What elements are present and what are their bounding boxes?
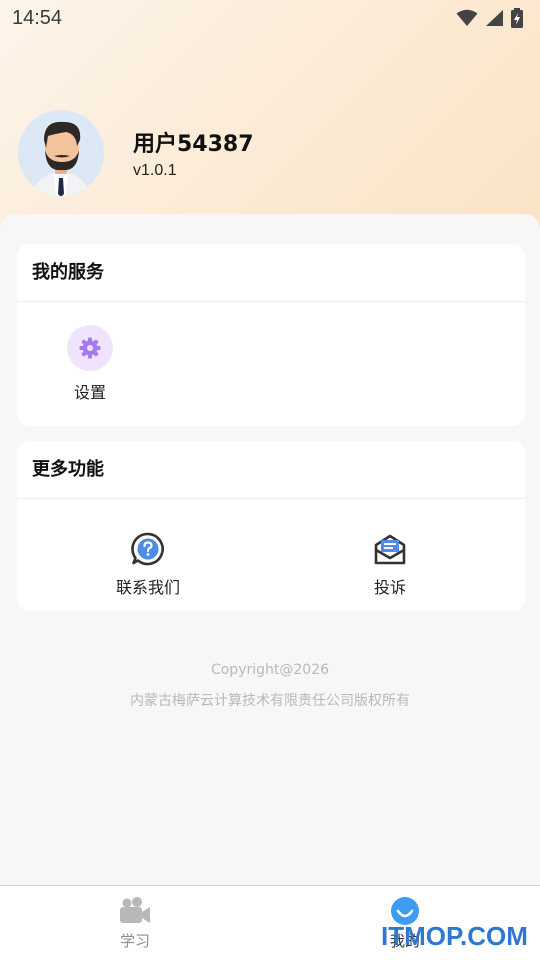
wifi-icon — [456, 9, 478, 26]
status-time: 14:54 — [12, 6, 63, 29]
status-icons — [456, 8, 524, 28]
envelope-icon — [374, 534, 406, 565]
watermark: ITMOP.COM — [381, 921, 528, 951]
contact-us-item[interactable]: 联系我们 — [116, 532, 180, 598]
video-camera-icon — [120, 897, 150, 923]
tab-study[interactable]: 学习 — [75, 886, 195, 960]
tab-study-label: 学习 — [119, 932, 150, 950]
man-avatar-icon — [18, 110, 104, 196]
signal-icon — [486, 10, 503, 26]
copyright-text: Copyright@2026 — [210, 662, 330, 678]
status-bar: 14:54 — [0, 0, 540, 36]
complaint-item[interactable]: 投诉 — [373, 532, 407, 598]
complaint-label: 投诉 — [373, 578, 406, 597]
more-functions-card: 更多功能 联系我们 投诉 — [17, 441, 525, 611]
gear-icon — [79, 337, 101, 359]
settings-label: 设置 — [73, 383, 106, 402]
app-version: v1.0.1 — [133, 162, 177, 179]
user-profile[interactable]: 用户54387 v1.0.1 — [18, 110, 254, 196]
my-services-card: 我的服务 设置 — [17, 244, 525, 426]
question-bubble-icon — [131, 532, 164, 566]
settings-icon-wrap — [67, 325, 113, 371]
avatar[interactable] — [18, 110, 104, 196]
contact-us-label: 联系我们 — [116, 578, 181, 597]
battery-charging-icon — [511, 8, 523, 28]
more-functions-title: 更多功能 — [17, 441, 525, 499]
company-name: 内蒙古梅萨云计算技术有限责任公司版权所有 — [130, 693, 410, 709]
my-services-title: 我的服务 — [17, 244, 525, 302]
username: 用户54387 — [133, 132, 254, 157]
settings-item[interactable]: 设置 — [67, 325, 113, 403]
